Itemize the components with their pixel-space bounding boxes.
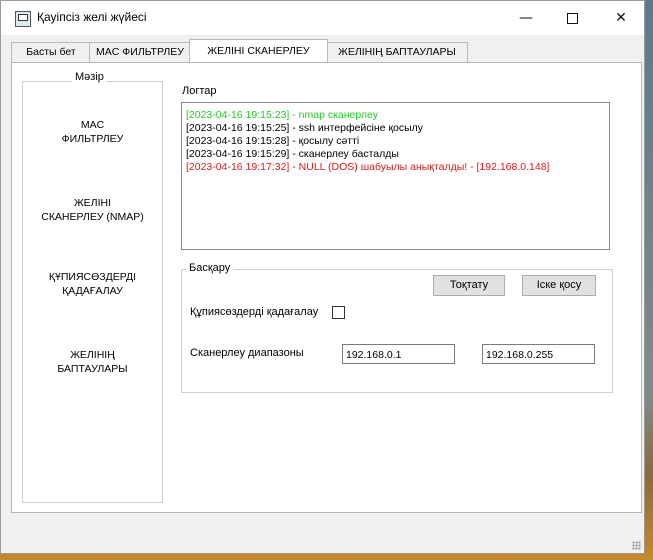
window-title: Қауіпсіз желі жүйесі — [37, 10, 147, 24]
app-icon — [15, 11, 31, 27]
stop-button[interactable]: Тоқтату — [433, 275, 505, 296]
title-bar[interactable]: Қауіпсіз желі жүйесі — ✕ — [1, 1, 644, 35]
password-monitor-label: Құпиясөздерді қадағалау — [190, 306, 319, 318]
range-start-input[interactable]: 192.168.0.1 — [342, 344, 455, 364]
minimize-button[interactable]: — — [503, 1, 549, 35]
sidebar-item-network-scan[interactable]: ЖЕЛІНІ СКАНЕРЛЕУ (NMAP) — [23, 196, 162, 224]
sidebar-item-mac-filter[interactable]: MAC ФИЛЬТРЛЕУ — [23, 118, 162, 146]
log-line: [2023-04-16 19:15:28] - қосылу сәтті — [186, 135, 360, 147]
app-window: Қауіпсіз желі жүйесі — ✕ Басты бет MAC Ф… — [0, 0, 645, 554]
tab-home[interactable]: Басты бет — [11, 42, 91, 62]
sidebar-item-network-settings[interactable]: ЖЕЛІНІҢ БАПТАУЛАРЫ — [23, 348, 162, 376]
sidebar-menu: MAC ФИЛЬТРЛЕУ ЖЕЛІНІ СКАНЕРЛЕУ (NMAP) ҚҰ… — [22, 81, 163, 503]
password-monitor-checkbox[interactable] — [332, 306, 345, 319]
minimize-icon: — — [519, 10, 533, 26]
start-button[interactable]: Іске қосу — [522, 275, 596, 296]
sidebar-title: Мәзір — [72, 71, 107, 83]
tab-network-settings[interactable]: ЖЕЛІНІҢ БАПТАУЛАРЫ — [326, 42, 468, 62]
sidebar-item-password-monitor[interactable]: ҚҰПИЯСӨЗДЕРДІ ҚАДАҒАЛАУ — [23, 270, 162, 298]
maximize-button[interactable] — [549, 1, 595, 35]
close-button[interactable]: ✕ — [598, 1, 644, 35]
tab-network-scan[interactable]: ЖЕЛІНІ СКАНЕРЛЕУ — [189, 39, 328, 62]
log-line: [2023-04-16 19:15:29] - сканерлеу бастал… — [186, 148, 399, 160]
maximize-icon — [566, 12, 578, 24]
log-line: [2023-04-16 19:15:25] - ssh интерфейсіне… — [186, 122, 424, 134]
control-group: Басқару Тоқтату Іске қосу Құпиясөздерді … — [181, 262, 613, 393]
log-line: [2023-04-16 19:15:23] - nmap сканерлеу — [186, 109, 378, 121]
tab-mac-filter[interactable]: MAC ФИЛЬТРЛЕУ — [89, 42, 191, 62]
log-output[interactable]: [2023-04-16 19:15:23] - nmap сканерлеу [2… — [181, 102, 610, 250]
range-end-input[interactable]: 192.168.0.255 — [482, 344, 595, 364]
control-group-title: Басқару — [186, 262, 234, 274]
logs-label: Логтар — [182, 85, 217, 97]
tab-content-pane: MAC ФИЛЬТРЛЕУ ЖЕЛІНІ СКАНЕРЛЕУ (NMAP) ҚҰ… — [11, 62, 642, 513]
log-line: [2023-04-16 19:17:32] - NULL (DOS) шабуы… — [186, 161, 550, 173]
resize-grip[interactable] — [632, 541, 641, 550]
close-icon: ✕ — [615, 10, 627, 26]
scan-range-label: Сканерлеу диапазоны — [190, 347, 304, 359]
